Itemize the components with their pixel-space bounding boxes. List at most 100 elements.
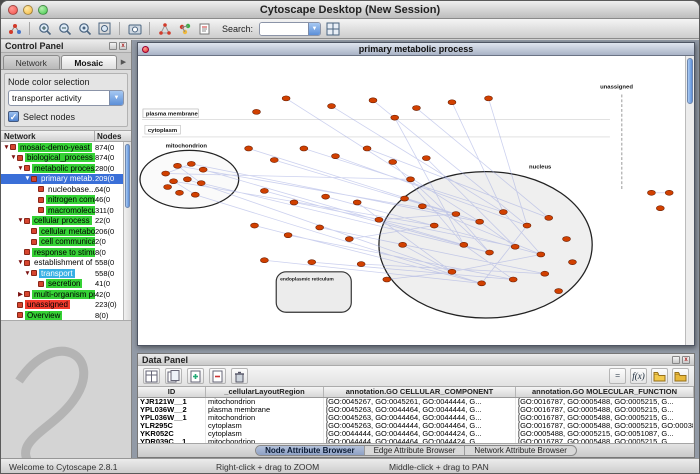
network-view-window[interactable]: primary metabolic process: [137, 42, 695, 346]
cell-cellular-component: [GO:0045267, GO:0045261, GO:0044444, G..…: [324, 398, 516, 406]
tab-network-attribute-browser[interactable]: Network Attribute Browser: [465, 446, 575, 455]
float-panel-icon[interactable]: [109, 42, 117, 50]
snapshot-button[interactable]: [126, 20, 143, 37]
cell-cellular-component: [GO:0045263, GO:0044464, GO:0044444, G..…: [324, 406, 516, 414]
function-builder-button[interactable]: f(x): [630, 368, 647, 384]
dropdown-arrow-icon[interactable]: ▼: [109, 91, 123, 105]
expander-icon[interactable]: ▼: [24, 175, 31, 182]
annotation-button[interactable]: [196, 20, 213, 37]
tab-mosaic[interactable]: Mosaic: [61, 55, 118, 69]
close-panel-icon[interactable]: x: [119, 42, 127, 50]
toolbar-separator: [149, 22, 150, 35]
tree-header-network[interactable]: Network: [1, 131, 95, 141]
tree-scrollbar[interactable]: [123, 142, 131, 320]
session-button[interactable]: [6, 20, 23, 37]
expander-icon[interactable]: ▼: [17, 165, 24, 172]
column-header-cellular-component[interactable]: annotation.GO CELLULAR_COMPONENT: [324, 387, 516, 397]
window-titlebar[interactable]: Cytoscape Desktop (New Session): [1, 1, 699, 19]
tree-row[interactable]: Overview8(0): [1, 310, 123, 320]
create-attribute-button[interactable]: [187, 368, 204, 384]
tree-row-label: Overview: [25, 311, 62, 320]
tree-row[interactable]: ▼transport558(0: [1, 268, 123, 279]
equation-button[interactable]: =: [609, 368, 626, 384]
select-nodes-row[interactable]: ✓ Select nodes: [8, 111, 124, 122]
network-icon: [24, 260, 30, 266]
search-combobox[interactable]: ▼: [259, 22, 321, 36]
network-graph[interactable]: plasma membrane cytoplasm mitochondrion …: [138, 56, 685, 345]
unselect-attributes-button[interactable]: [165, 368, 182, 384]
table-row[interactable]: YJR121W__1mitochondrion[GO:0045267, GO:0…: [138, 398, 694, 406]
tree-row[interactable]: nucleobase...64(0: [1, 184, 123, 195]
column-header-id[interactable]: ID: [138, 387, 206, 397]
tree-row[interactable]: cell communicat...2(0: [1, 237, 123, 248]
search-input[interactable]: [260, 23, 308, 35]
column-header-molecular-function[interactable]: annotation.GO MOLECULAR_FUNCTION: [516, 387, 694, 397]
tab-node-attribute-browser[interactable]: Node Attribute Browser: [256, 446, 365, 455]
tree-row[interactable]: ▶multi-organism pro...42(0: [1, 289, 123, 300]
annotation-icon: [198, 22, 212, 36]
minimize-window-icon[interactable]: [23, 5, 33, 15]
column-header-region[interactable]: _cellularLayoutRegion: [206, 387, 324, 397]
plugin-button[interactable]: [324, 20, 341, 37]
tree-row[interactable]: ▼biological_process874(0: [1, 153, 123, 164]
unselect-attributes-icon: [167, 370, 180, 383]
close-window-icon[interactable]: [8, 5, 18, 15]
tree-row[interactable]: ▼establishment of lo...558(0: [1, 258, 123, 269]
table-row[interactable]: YKR052Ccytoplasm[GO:0044444, GO:0044464,…: [138, 430, 694, 438]
tree-row[interactable]: response to stimu...8(0: [1, 247, 123, 258]
color-attribute-dropdown[interactable]: transporter activity ▼: [8, 90, 124, 106]
tree-row[interactable]: ▼mosaic-demo-yeast874(0: [1, 142, 123, 153]
float-panel-icon[interactable]: [672, 356, 680, 364]
vizmapper-button[interactable]: [176, 20, 193, 37]
tree-row[interactable]: unassigned223(0): [1, 300, 123, 311]
network-scrollbar-thumb[interactable]: [687, 58, 693, 104]
expander-icon[interactable]: ▼: [10, 154, 17, 161]
zoom-out-icon: [58, 22, 72, 36]
tree-header-nodes[interactable]: Nodes: [95, 131, 131, 141]
zoom-in-button[interactable]: [36, 20, 53, 37]
network-canvas[interactable]: plasma membrane cytoplasm mitochondrion …: [138, 56, 694, 345]
tab-network[interactable]: Network: [3, 55, 60, 69]
expander-icon[interactable]: ▼: [17, 259, 24, 266]
delete-rows-button[interactable]: [231, 368, 248, 384]
tree-row[interactable]: cellular metabo...206(0: [1, 226, 123, 237]
network-scrollbar[interactable]: [685, 56, 694, 345]
fit-content-button[interactable]: [96, 20, 113, 37]
search-dropdown-arrow-icon[interactable]: ▼: [308, 23, 320, 35]
tree-header: Network Nodes: [1, 130, 131, 142]
table-row[interactable]: YPL036W__1mitochondrion[GO:0045263, GO:0…: [138, 414, 694, 422]
select-attributes-icon: [145, 370, 158, 383]
zoom-out-button[interactable]: [56, 20, 73, 37]
expander-icon[interactable]: ▶: [17, 290, 24, 298]
tree-row[interactable]: ▼metabolic process280(0: [1, 163, 123, 174]
delete-attribute-button[interactable]: [209, 368, 226, 384]
import-table-button[interactable]: [651, 368, 668, 384]
plugin-grid-icon: [326, 22, 340, 36]
tree-scrollbar-thumb[interactable]: [125, 144, 130, 208]
network-view-titlebar[interactable]: primary metabolic process: [138, 43, 694, 56]
tree-row[interactable]: secretion41(0: [1, 279, 123, 290]
table-row[interactable]: YLR295Ccytoplasm[GO:0045263, GO:0044444,…: [138, 422, 694, 430]
new-network-button[interactable]: [156, 20, 173, 37]
expander-icon[interactable]: ▼: [24, 270, 31, 277]
zoom-window-icon[interactable]: [38, 5, 48, 15]
tree-row[interactable]: ▼cellular process22(0: [1, 216, 123, 227]
tab-edge-attribute-browser[interactable]: Edge Attribute Browser: [365, 446, 466, 455]
select-nodes-checkbox[interactable]: ✓: [8, 111, 19, 122]
expander-icon[interactable]: ▼: [17, 217, 24, 224]
cell-id: YPL036W__1: [138, 414, 206, 422]
cell-molecular-function: [GO:0016787, GO:0005488, GO:0005215, GO:…: [516, 422, 694, 430]
network-icon: [31, 239, 37, 245]
tab-scroll-right-icon[interactable]: ▶: [118, 55, 129, 69]
zoom-selected-button[interactable]: [76, 20, 93, 37]
tree-row-selected[interactable]: ▼primary metab...209(0: [1, 174, 123, 185]
close-panel-icon[interactable]: x: [682, 356, 690, 364]
export-table-button[interactable]: [672, 368, 689, 384]
tree-row[interactable]: nitrogen compo...46(0: [1, 195, 123, 206]
table-row[interactable]: YPL036W__2plasma membrane[GO:0045263, GO…: [138, 406, 694, 414]
select-attributes-button[interactable]: [143, 368, 160, 384]
cell-id: YPL036W__2: [138, 406, 206, 414]
tree-row[interactable]: macromolecule...311(0: [1, 205, 123, 216]
close-view-icon[interactable]: [142, 46, 149, 53]
expander-icon[interactable]: ▼: [3, 144, 10, 151]
